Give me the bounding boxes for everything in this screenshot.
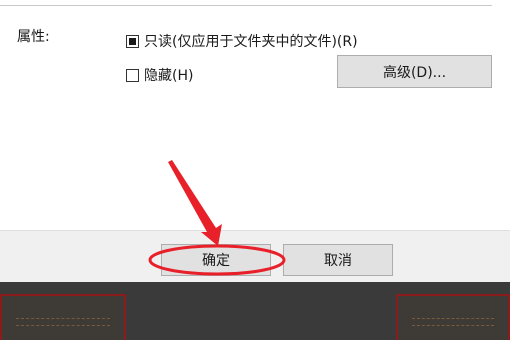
top-divider: [0, 0, 492, 6]
background-window-strip: [0, 282, 510, 340]
advanced-button[interactable]: 高级(D)...: [337, 55, 492, 88]
background-card-left: [0, 294, 126, 340]
readonly-checkbox-row[interactable]: 只读(仅应用于文件夹中的文件)(R): [126, 31, 358, 51]
hidden-checkbox-label: 隐藏(H): [144, 68, 194, 84]
ok-button[interactable]: 确定: [161, 244, 271, 276]
background-card-right: [396, 294, 510, 340]
readonly-checkbox-label: 只读(仅应用于文件夹中的文件)(R): [144, 34, 358, 50]
attributes-label: 属性:: [17, 29, 50, 45]
readonly-checkbox[interactable]: [126, 34, 139, 48]
cancel-button[interactable]: 取消: [283, 244, 393, 276]
hidden-checkbox[interactable]: [126, 68, 139, 82]
hidden-checkbox-row[interactable]: 隐藏(H): [126, 65, 193, 85]
